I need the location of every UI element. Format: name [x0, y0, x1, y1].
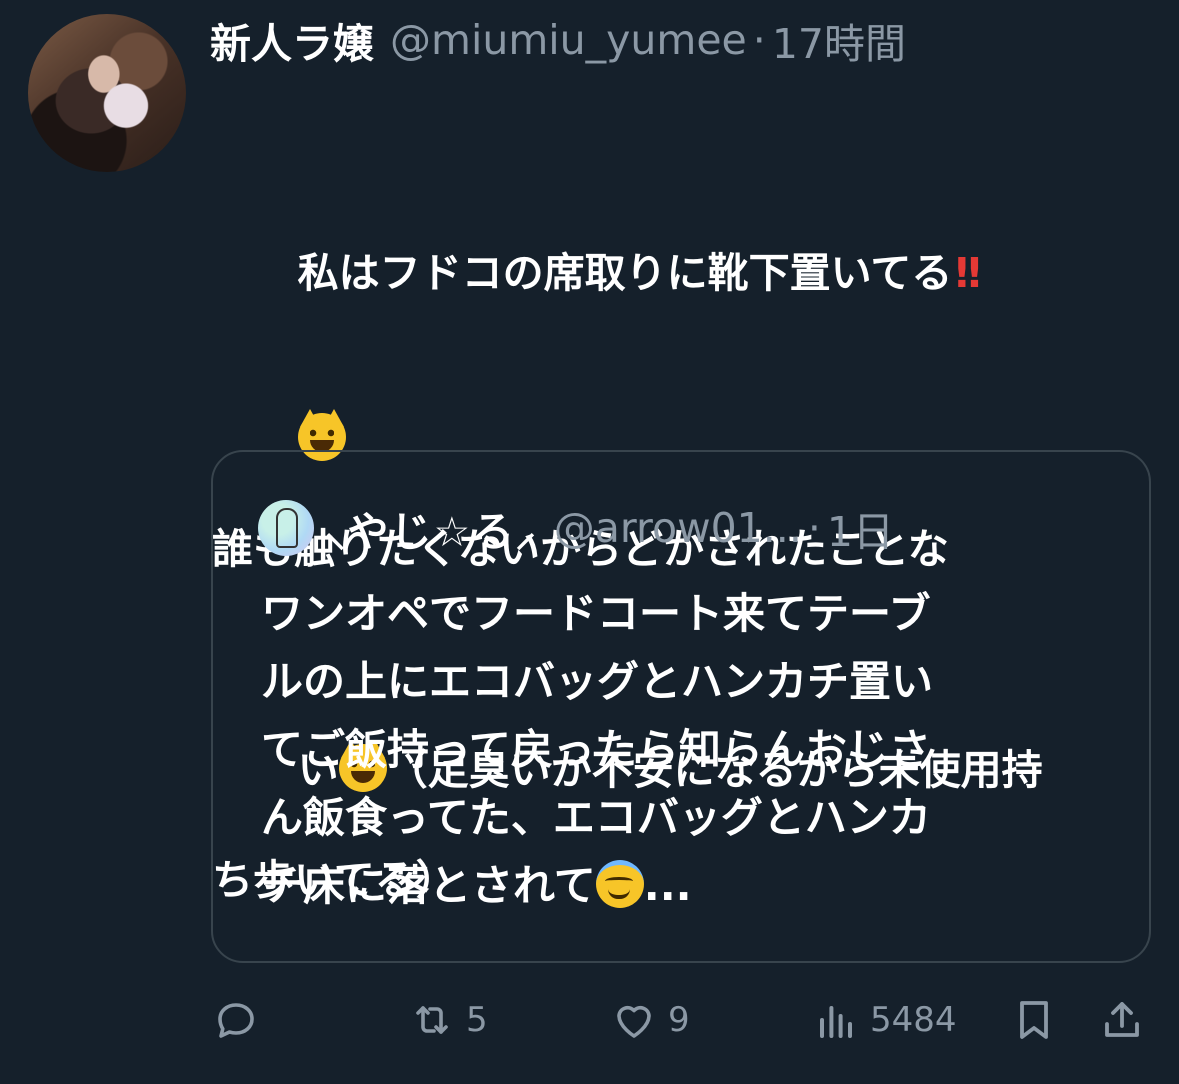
author-avatar[interactable] — [28, 14, 186, 172]
retweet-count: 5 — [466, 1000, 488, 1040]
quoted-text-line: ワンオペでフードコート来てテーブ — [261, 589, 931, 638]
double-exclamation-emoji: !! — [952, 249, 984, 298]
like-count: 9 — [668, 1000, 690, 1040]
share-icon — [1105, 1002, 1139, 1037]
share-button[interactable] — [1098, 990, 1146, 1050]
bookmark-icon — [1020, 1001, 1048, 1039]
quoted-timestamp[interactable]: 1日 — [827, 498, 894, 558]
tweet-timestamp[interactable]: 17時間 — [772, 10, 906, 70]
quoted-tweet-header: ⸜やじ☆る⸝ @arrow01... · 1日 — [325, 498, 1145, 558]
quoted-text-line: てご飯持って戻ったら知らんおじさ — [261, 725, 931, 774]
quoted-author-display-name[interactable]: ⸜やじ☆る⸝ — [325, 498, 538, 559]
like-button[interactable]: 9 — [610, 990, 690, 1050]
author-display-name[interactable]: 新人ラ嬢 — [210, 10, 374, 70]
reply-button[interactable] — [212, 990, 270, 1050]
quoted-text-line: チ床に落とされて... — [261, 860, 692, 910]
retweet-button[interactable]: 5 — [408, 990, 488, 1050]
retweet-icon — [416, 1006, 448, 1034]
views-button[interactable]: 5484 — [812, 990, 957, 1050]
tweet-text-line — [212, 356, 1162, 461]
quoted-author-avatar[interactable] — [258, 500, 314, 556]
views-count: 5484 — [870, 1000, 957, 1040]
tweet-text-line: 私はフドコの席取りに靴下置いてる!! — [212, 191, 1162, 297]
halo-smile-emoji — [595, 860, 644, 908]
views-icon — [820, 1006, 852, 1038]
heart-icon — [617, 1005, 651, 1038]
quoted-text-line: ん飯食ってた、エコバッグとハンカ — [261, 793, 931, 842]
tweet-actions: 5 9 5484 — [212, 990, 1152, 1050]
quoted-header-separator: · — [807, 504, 821, 552]
quoted-tweet[interactable]: ⸜やじ☆る⸝ @arrow01... · 1日 ワンオペでフードコート来てテーブ… — [211, 450, 1151, 963]
reply-icon — [218, 1003, 254, 1038]
quoted-author-handle[interactable]: @arrow01... — [554, 504, 802, 552]
quoted-tweet-text: ワンオペでフードコート来てテーブ ルの上にエコバッグとハンカチ置い てご飯持って… — [261, 580, 1121, 920]
header-separator: · — [752, 16, 766, 64]
quoted-text-line: ルの上にエコバッグとハンカチ置い — [261, 657, 934, 706]
tweet[interactable]: 新人ラ嬢 @miumiu_yumee · 17時間 私はフドコの席取りに靴下置い… — [0, 0, 1179, 1084]
tweet-header: 新人ラ嬢 @miumiu_yumee · 17時間 — [210, 10, 906, 70]
author-handle[interactable]: @miumiu_yumee — [390, 16, 747, 64]
bookmark-button[interactable] — [1010, 990, 1058, 1050]
